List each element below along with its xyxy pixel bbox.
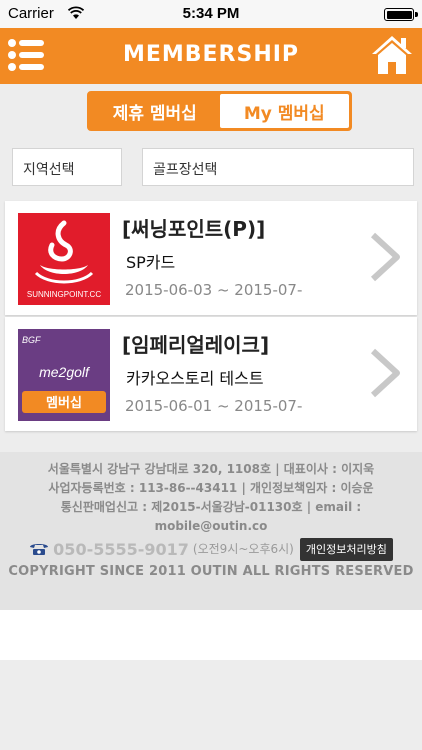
membership-date-range: 2015-06-01 ~ 2015-07- [125, 397, 303, 415]
list-item[interactable]: SUNNINGPOINT.CC [써닝포인트(P)] SP카드 2015-06-… [5, 201, 417, 315]
me2golf-badge: 멤버십 [46, 395, 82, 411]
phone-icon [30, 544, 49, 555]
membership-name: [임페리얼레이크] [122, 333, 270, 357]
footer-registration: 통신판매업신고 : 제2015-서울강남-01130호 | email : [60, 500, 362, 514]
tab-partner-membership[interactable]: 제휴 멤버십 [90, 94, 220, 128]
golf-course-select[interactable]: 골프장선택 [142, 148, 414, 186]
status-time: 5:34 PM [182, 5, 240, 22]
membership-date-range: 2015-06-03 ~ 2015-07- [125, 281, 303, 299]
privacy-policy-button[interactable]: 개인정보처리방침 [299, 537, 393, 561]
home-icon[interactable] [370, 34, 414, 76]
membership-card-name: SP카드 [126, 253, 176, 272]
business-hours: (오전9시~오후6시) [192, 541, 294, 556]
battery-icon [384, 8, 418, 21]
footer-address: 서울특별시 강남구 강남대로 320, 1108호 | 대표이사 : 이지욱 [47, 462, 375, 476]
me2golf-logo: BGF me2golf 멤버십 [18, 329, 110, 421]
status-bar: Carrier 5:34 PM [0, 0, 422, 28]
tab-my-membership[interactable]: My 멤버십 [219, 94, 349, 128]
membership-name: [써닝포인트(P)] [122, 217, 266, 241]
phone-number-link[interactable]: 050-5555-9017 [53, 540, 189, 559]
footer-email: mobile@outin.co [154, 519, 268, 533]
company-footer: 서울특별시 강남구 강남대로 320, 1108호 | 대표이사 : 이지욱 사… [0, 452, 422, 610]
chevron-right-icon[interactable] [367, 231, 403, 283]
me2golf-text: me2golf [39, 364, 91, 380]
page-title: MEMBERSHIP [122, 42, 300, 67]
me2golf-top-text: BGF [22, 335, 41, 345]
app-header: MEMBERSHIP [0, 28, 422, 84]
sunningpoint-logo-text: SUNNINGPOINT.CC [27, 290, 101, 299]
membership-tabs: 제휴 멤버십 My 멤버십 [87, 91, 352, 131]
blank-area [0, 610, 422, 660]
list-item[interactable]: BGF me2golf 멤버십 [임페리얼레이크] 카카오스토리 테스트 201… [5, 317, 417, 431]
chevron-right-icon[interactable] [367, 347, 403, 399]
sunningpoint-logo: SUNNINGPOINT.CC [18, 213, 110, 305]
footer-contact-row: 050-5555-9017 (오전9시~오후6시) 개인정보처리방침 [0, 537, 422, 561]
membership-card-name: 카카오스토리 테스트 [126, 369, 264, 388]
region-select[interactable]: 지역선택 [12, 148, 122, 186]
copyright-text: COPYRIGHT SINCE 2011 OUTIN ALL RIGHTS RE… [8, 564, 414, 579]
footer-business-number: 사업자등록번호 : 113-86--43411 | 개인정보책임자 : 이승운 [48, 481, 374, 495]
